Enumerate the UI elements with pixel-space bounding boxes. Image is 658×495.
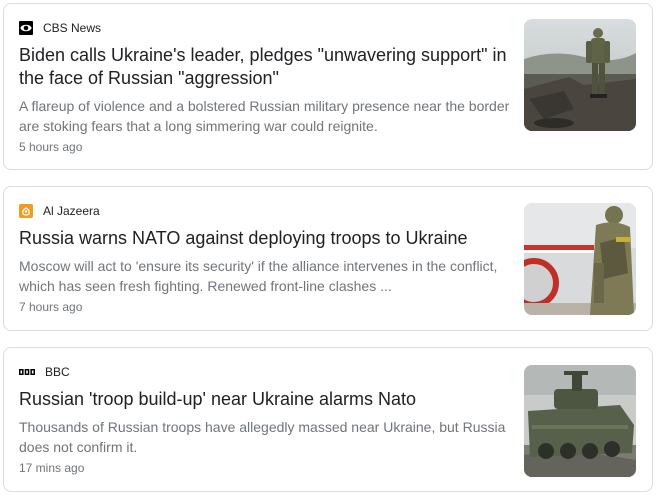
news-headline[interactable]: Russian 'troop build-up' near Ukraine al… [19, 388, 514, 411]
bbc-logo-icon [19, 365, 35, 379]
news-source-name: Al Jazeera [43, 204, 100, 218]
news-snippet: Thousands of Russian troops have alleged… [19, 419, 506, 455]
news-headline[interactable]: Biden calls Ukraine's leader, pledges "u… [19, 44, 514, 90]
news-thumbnail[interactable] [524, 365, 636, 477]
news-card-text: BBC Russian 'troop build-up' near Ukrain… [19, 364, 514, 475]
news-card-text: CBS News Biden calls Ukraine's leader, p… [19, 20, 514, 154]
news-source: Al Jazeera [19, 203, 514, 219]
checkpoint-photo-icon [524, 203, 636, 315]
news-card-al-jazeera[interactable]: Al Jazeera Russia warns NATO against dep… [3, 186, 653, 331]
armored-vehicle-photo-icon [524, 365, 636, 477]
news-snippet: Moscow will act to 'ensure its security'… [19, 258, 498, 294]
news-source: BBC [19, 364, 514, 380]
cbs-logo-icon [19, 21, 33, 35]
soldier-photo-icon [524, 19, 636, 131]
news-card-bbc[interactable]: BBC Russian 'troop build-up' near Ukrain… [3, 347, 653, 492]
news-timestamp: 17 mins ago [19, 461, 85, 475]
news-feed: CBS News Biden calls Ukraine's leader, p… [0, 0, 658, 495]
news-source: CBS News [19, 20, 514, 36]
al-jazeera-logo-icon [19, 204, 33, 218]
news-timestamp: 5 hours ago [19, 140, 83, 154]
news-snippet: A flareup of violence and a bolstered Ru… [19, 98, 510, 134]
news-card-cbs[interactable]: CBS News Biden calls Ukraine's leader, p… [3, 3, 653, 170]
news-source-name: CBS News [43, 21, 102, 35]
news-timestamp: 7 hours ago [19, 300, 83, 314]
news-source-name: BBC [45, 365, 70, 379]
news-thumbnail[interactable] [524, 19, 636, 131]
news-card-text: Al Jazeera Russia warns NATO against dep… [19, 203, 514, 314]
news-thumbnail[interactable] [524, 203, 636, 315]
news-headline[interactable]: Russia warns NATO against deploying troo… [19, 227, 514, 250]
